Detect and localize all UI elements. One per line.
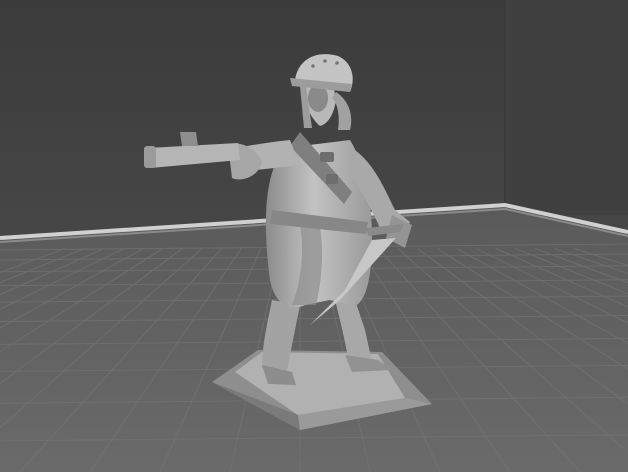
- 3d-viewport[interactable]: [0, 0, 628, 472]
- viewport-canvas[interactable]: [0, 0, 628, 472]
